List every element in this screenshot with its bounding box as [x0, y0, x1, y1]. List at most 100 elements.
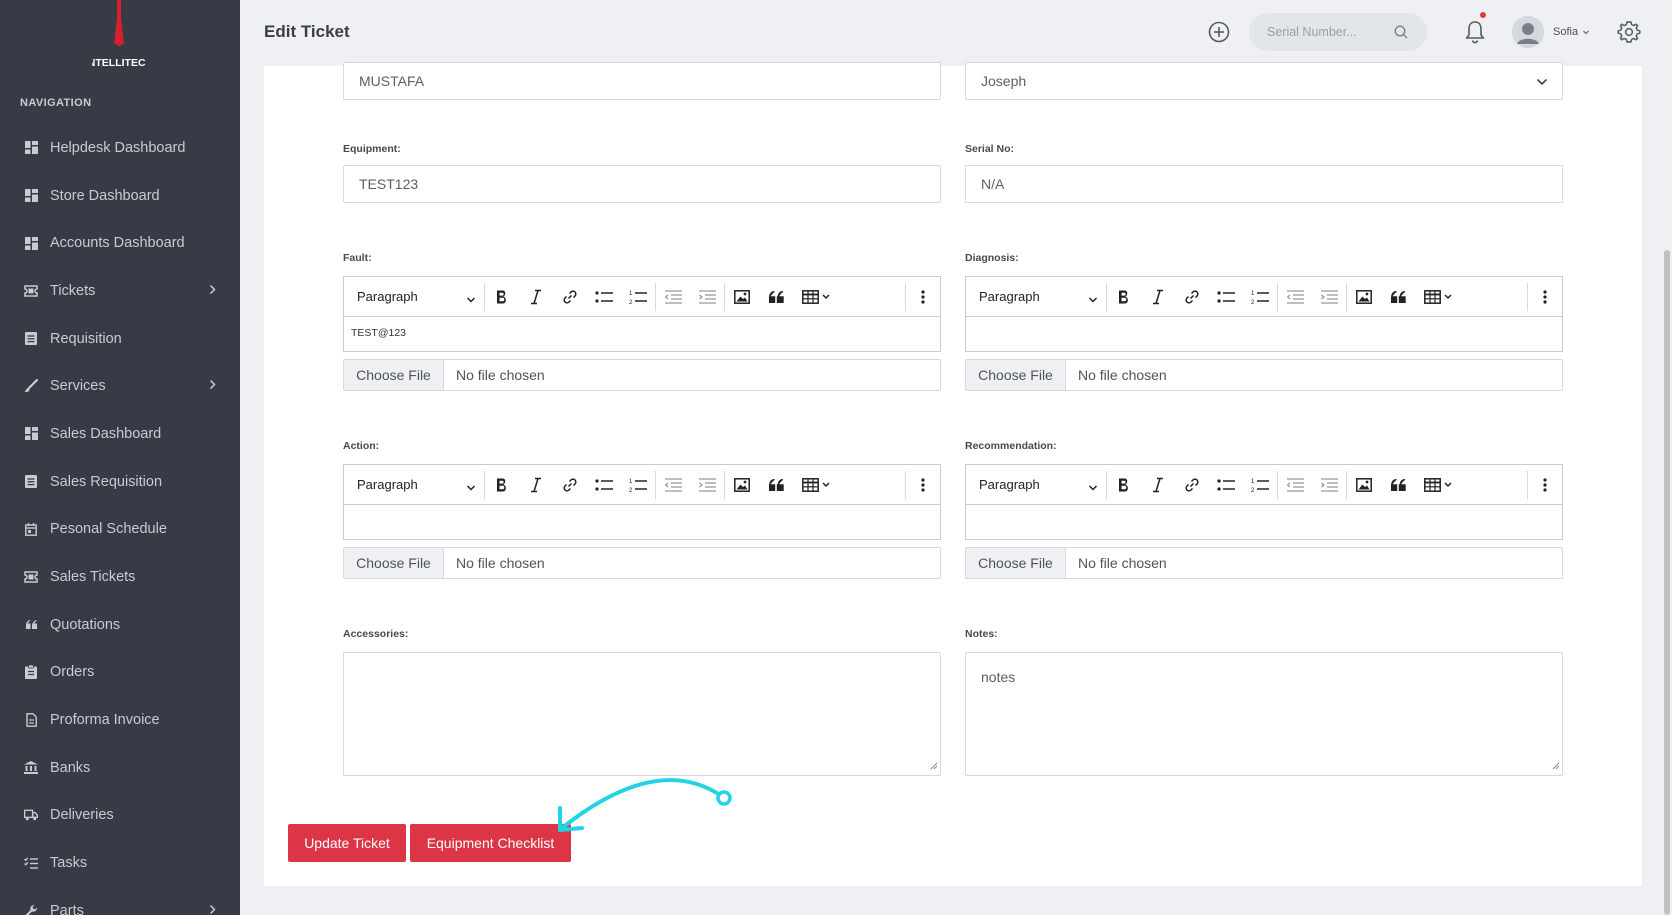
link-icon[interactable]	[553, 465, 587, 505]
blockquote-icon[interactable]	[759, 465, 793, 505]
choose-file-button[interactable]: Choose File	[966, 360, 1066, 390]
add-icon[interactable]	[1207, 20, 1231, 44]
fault-file-input[interactable]: Choose File No file chosen	[343, 359, 941, 391]
choose-file-button[interactable]: Choose File	[344, 548, 444, 578]
link-icon[interactable]	[1175, 277, 1209, 317]
diagnosis-label: Diagnosis:	[965, 252, 1019, 264]
sidebar-item-sales-tickets[interactable]: Sales Tickets	[0, 553, 240, 601]
bulleted-list-icon[interactable]	[587, 465, 621, 505]
image-icon[interactable]	[1347, 277, 1381, 317]
outdent-icon[interactable]	[1278, 277, 1312, 317]
italic-icon[interactable]	[519, 277, 553, 317]
sidebar-item-pesonal-schedule[interactable]: Pesonal Schedule	[0, 506, 240, 554]
settings-gear-icon[interactable]	[1616, 19, 1642, 45]
link-icon[interactable]	[553, 277, 587, 317]
sidebar-item-banks[interactable]: Banks	[0, 744, 240, 792]
notes-textarea[interactable]: notes	[965, 652, 1563, 776]
choose-file-button[interactable]: Choose File	[344, 360, 444, 390]
blockquote-icon[interactable]	[759, 277, 793, 317]
numbered-list-icon[interactable]: 12	[621, 465, 655, 505]
choose-file-button[interactable]: Choose File	[966, 548, 1066, 578]
nav-list: Helpdesk Dashboard Store Dashboard Account…	[0, 124, 240, 915]
outdent-icon[interactable]	[656, 465, 690, 505]
search-icon[interactable]	[1393, 24, 1409, 40]
blockquote-icon[interactable]	[1381, 277, 1415, 317]
user-menu[interactable]: Sofia	[1512, 16, 1590, 48]
notification-bell-icon[interactable]	[1462, 12, 1488, 46]
image-icon[interactable]	[725, 277, 759, 317]
editor-content[interactable]	[344, 505, 940, 539]
page-scrollbar[interactable]	[1662, 0, 1672, 915]
sidebar-item-tasks[interactable]: Tasks	[0, 839, 240, 887]
numbered-list-icon[interactable]: 12	[1243, 277, 1277, 317]
intellitech-logo[interactable]: INTELLITECH	[85, 0, 153, 72]
paragraph-style-dropdown[interactable]: Paragraph	[966, 465, 1106, 505]
sidebar-item-parts[interactable]: Parts	[0, 887, 240, 915]
scrollbar-thumb[interactable]	[1664, 250, 1670, 915]
outdent-icon[interactable]	[1278, 465, 1312, 505]
sidebar-item-tickets[interactable]: Tickets	[0, 267, 240, 315]
sidebar-item-helpdesk-dashboard[interactable]: Helpdesk Dashboard	[0, 124, 240, 172]
sidebar-item-sales-requisition[interactable]: Sales Requisition	[0, 458, 240, 506]
resize-handle-icon[interactable]	[1552, 757, 1560, 773]
serial-field[interactable]: N/A	[965, 165, 1563, 203]
diagnosis-file-input[interactable]: Choose File No file chosen	[965, 359, 1563, 391]
editor-content[interactable]	[966, 505, 1562, 539]
paragraph-style-dropdown[interactable]: Paragraph	[344, 465, 484, 505]
indent-icon[interactable]	[690, 277, 724, 317]
outdent-icon[interactable]	[656, 277, 690, 317]
table-icon[interactable]	[1415, 277, 1461, 317]
serial-search-input[interactable]	[1267, 13, 1397, 51]
numbered-list-icon[interactable]: 12	[1243, 465, 1277, 505]
italic-icon[interactable]	[1141, 465, 1175, 505]
more-options-icon[interactable]	[906, 465, 940, 505]
numbered-list-icon[interactable]: 12	[621, 277, 655, 317]
sidebar-item-proforma-invoice[interactable]: Proforma Invoice	[0, 696, 240, 744]
more-options-icon[interactable]	[1528, 465, 1562, 505]
bulleted-list-icon[interactable]	[587, 277, 621, 317]
blockquote-icon[interactable]	[1381, 465, 1415, 505]
more-options-icon[interactable]	[906, 277, 940, 317]
sidebar-item-quotations[interactable]: Quotations	[0, 601, 240, 649]
bold-icon[interactable]	[1107, 465, 1141, 505]
sidebar-item-orders[interactable]: Orders	[0, 649, 240, 697]
action-file-input[interactable]: Choose File No file chosen	[343, 547, 941, 579]
resize-handle-icon[interactable]	[930, 757, 938, 773]
sidebar-item-label: Sales Tickets	[50, 569, 136, 586]
image-icon[interactable]	[725, 465, 759, 505]
accessories-textarea[interactable]	[343, 652, 941, 776]
indent-icon[interactable]	[1312, 465, 1346, 505]
editor-content[interactable]	[966, 317, 1562, 351]
paragraph-style-dropdown[interactable]: Paragraph	[344, 277, 484, 317]
tasks-icon	[24, 856, 38, 870]
update-ticket-button[interactable]: Update Ticket	[288, 824, 406, 862]
more-options-icon[interactable]	[1528, 277, 1562, 317]
sidebar-item-store-dashboard[interactable]: Store Dashboard	[0, 172, 240, 220]
bold-icon[interactable]	[485, 465, 519, 505]
sidebar-item-deliveries[interactable]: Deliveries	[0, 792, 240, 840]
table-icon[interactable]	[793, 465, 839, 505]
editor-content[interactable]: TEST@123	[344, 317, 940, 351]
table-icon[interactable]	[1415, 465, 1461, 505]
toolbar-more-group	[905, 465, 940, 505]
link-icon[interactable]	[1175, 465, 1209, 505]
table-icon[interactable]	[793, 277, 839, 317]
bold-icon[interactable]	[1107, 277, 1141, 317]
sidebar-item-requisition[interactable]: Requisition	[0, 315, 240, 363]
sidebar-item-sales-dashboard[interactable]: Sales Dashboard	[0, 410, 240, 458]
recommendation-file-input[interactable]: Choose File No file chosen	[965, 547, 1563, 579]
paragraph-style-dropdown[interactable]: Paragraph	[966, 277, 1106, 317]
customer-field[interactable]: MUSTAFA	[343, 62, 941, 100]
bulleted-list-icon[interactable]	[1209, 277, 1243, 317]
italic-icon[interactable]	[1141, 277, 1175, 317]
bold-icon[interactable]	[485, 277, 519, 317]
sidebar-item-services[interactable]: Services	[0, 362, 240, 410]
italic-icon[interactable]	[519, 465, 553, 505]
technician-select[interactable]: Joseph	[965, 62, 1563, 100]
sidebar-item-accounts-dashboard[interactable]: Accounts Dashboard	[0, 219, 240, 267]
bulleted-list-icon[interactable]	[1209, 465, 1243, 505]
indent-icon[interactable]	[690, 465, 724, 505]
equipment-field[interactable]: TEST123	[343, 165, 941, 203]
indent-icon[interactable]	[1312, 277, 1346, 317]
image-icon[interactable]	[1347, 465, 1381, 505]
